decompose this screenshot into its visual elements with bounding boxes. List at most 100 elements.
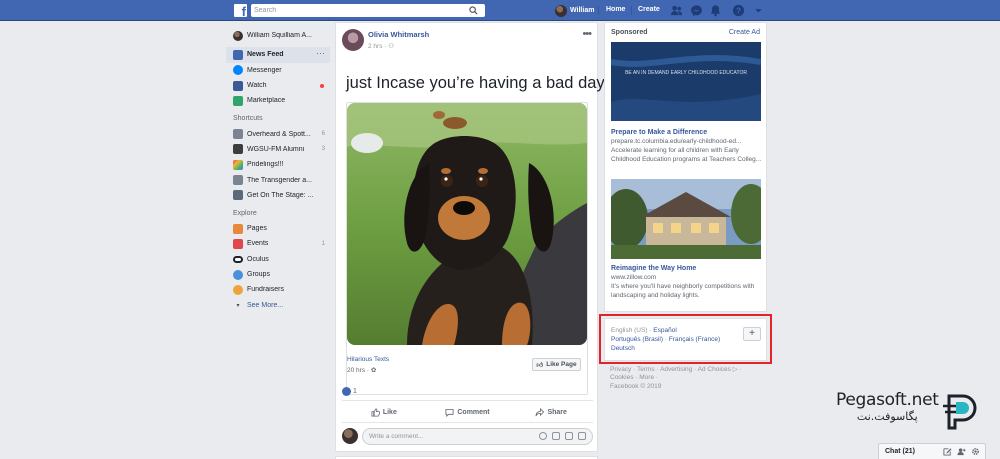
sidebar-item-label: Watch [247, 82, 267, 90]
oculus-icon [233, 255, 243, 263]
fundraisers-icon [233, 284, 243, 295]
megaphone-icon [233, 129, 243, 140]
source-name[interactable]: Hilarious Texts [347, 356, 389, 363]
like-page-label: Like Page [546, 361, 577, 368]
sidebar-item-groups[interactable]: Groups [226, 267, 330, 282]
post-actions: Like Comment Share [342, 403, 593, 421]
group-icon [233, 144, 243, 155]
add-friends-icon[interactable] [957, 447, 966, 456]
rainbow-icon [233, 159, 243, 170]
notification-dot [320, 83, 324, 88]
ad-image[interactable]: BE AN IN DEMAND EARLY CHILDHOOD EDUCATOR [611, 42, 761, 121]
friends-icon[interactable] [670, 4, 683, 17]
ad-url[interactable]: www.zillow.com [611, 274, 656, 281]
see-more-link[interactable]: ▾ See More... [226, 297, 330, 312]
like-page-button[interactable]: 👍︎ Like Page [532, 358, 581, 371]
group-icon [233, 190, 243, 201]
footer-links[interactable]: Privacy · Terms · Advertising · Ad Choic… [610, 365, 742, 373]
chevron-down-icon[interactable] [752, 4, 765, 17]
divider [342, 400, 593, 401]
ad-image[interactable] [611, 179, 761, 259]
sidebar-item-news-feed[interactable]: News Feed ··· [226, 47, 330, 63]
sidebar-item-profile[interactable]: William Squilliam A... [226, 28, 330, 43]
sidebar-item-shortcut[interactable]: The Transgender a... [226, 172, 330, 187]
comment-button[interactable]: Comment [426, 403, 510, 421]
footer-links[interactable]: Cookies · More · [610, 374, 658, 381]
notifications-icon[interactable] [709, 4, 722, 17]
post-time[interactable]: 2 hrs [368, 43, 382, 50]
avatar [555, 4, 567, 17]
count-badge: 3 [321, 146, 325, 153]
source-time-label[interactable]: 20 hrs [347, 367, 365, 374]
pages-icon [233, 223, 243, 234]
avatar [342, 428, 358, 444]
gear-icon[interactable] [971, 447, 980, 456]
divider [631, 6, 632, 15]
more-options-icon[interactable]: ••• [582, 28, 592, 40]
share-button[interactable]: Share [509, 403, 593, 421]
sidebar-item-shortcut[interactable]: Get On The Stage: ... [226, 188, 330, 203]
ad-title[interactable]: Reimagine the Way Home [611, 265, 696, 272]
comment-box[interactable] [362, 427, 593, 445]
news-feed-icon [233, 49, 243, 60]
sidebar-item-label: Oculus [247, 255, 269, 263]
home-link[interactable]: Home [606, 6, 625, 13]
ad-url[interactable]: prepare.tc.columbia.edu/early-childhood-… [611, 138, 741, 145]
gif-icon[interactable] [565, 431, 573, 440]
highlight-box [599, 314, 772, 364]
sticker-icon[interactable] [578, 431, 586, 440]
sidebar-item-marketplace[interactable]: Marketplace [226, 93, 330, 108]
events-icon [233, 238, 243, 249]
shared-post[interactable]: Hilarious Texts 20 hrs · ✿ 👍︎ Like Page [346, 102, 588, 395]
post-author[interactable]: Olivia Whitmarsh [368, 30, 429, 39]
sidebar-item-watch[interactable]: Watch [226, 78, 330, 93]
ad-banner-text: BE AN IN DEMAND EARLY CHILDHOOD EDUCATOR [625, 70, 747, 76]
chat-label: Chat (21) [885, 448, 915, 455]
camera-icon[interactable] [552, 431, 560, 440]
comment-input[interactable] [363, 428, 523, 444]
more-options-icon[interactable]: ··· [316, 48, 325, 58]
sponsored-heading: Sponsored [611, 29, 648, 36]
comment-composer [342, 427, 593, 445]
help-icon[interactable]: ? [732, 4, 745, 17]
thumbs-up-icon: 👍︎ [536, 361, 544, 369]
post-header-text: Olivia Whitmarsh 2 hrs · ⚇ [368, 30, 429, 50]
sidebar-item-label: Messenger [247, 66, 282, 74]
feed-post: Olivia Whitmarsh 2 hrs · ⚇ ••• just Inca… [335, 22, 605, 452]
compose-icon[interactable] [943, 447, 952, 456]
avatar [233, 30, 243, 41]
sidebar-item-oculus[interactable]: Oculus [226, 252, 330, 267]
post-photo[interactable] [347, 103, 587, 345]
sidebar-item-fundraisers[interactable]: Fundraisers [226, 282, 330, 297]
house-photo-illustration [611, 179, 761, 259]
footer-copyright: Facebook © 2019 [610, 383, 662, 390]
avatar[interactable] [342, 29, 364, 51]
sidebar-item-shortcut[interactable]: WGSU-FM Alumni 3 [226, 142, 330, 157]
sidebar-item-messenger[interactable]: Messenger [226, 63, 330, 78]
sidebar-item-label: Events [247, 240, 269, 248]
sidebar-item-label: Groups [247, 271, 270, 278]
search-input[interactable] [251, 4, 461, 17]
svg-text:?: ? [736, 5, 741, 15]
search-bar[interactable] [251, 4, 485, 17]
profile-name: William [570, 7, 595, 14]
facebook-logo-icon[interactable]: f [234, 4, 247, 17]
profile-link[interactable]: William [555, 3, 594, 18]
watermark-text: Pegasoft.net پگاسوفت.نت [836, 392, 939, 424]
emoji-icon[interactable] [539, 431, 547, 440]
pegasoft-logo-icon [942, 394, 977, 430]
like-button[interactable]: Like [342, 403, 426, 421]
create-link[interactable]: Create [638, 6, 660, 13]
create-ad-link[interactable]: Create Ad [729, 29, 760, 36]
search-icon[interactable] [469, 6, 478, 15]
chat-bar[interactable]: Chat (21) [878, 443, 986, 459]
reaction-summary[interactable]: 1 [342, 387, 357, 396]
friends-icon: · ⚇ [384, 43, 395, 50]
sidebar-item-shortcut[interactable]: Overheard & Spott... 6 [226, 126, 330, 141]
sidebar-item-pages[interactable]: Pages [226, 221, 330, 236]
sidebar-item-events[interactable]: Events 1 [226, 236, 330, 251]
ad-title[interactable]: Prepare to Make a Difference [611, 129, 707, 136]
sidebar-item-shortcut[interactable]: Pridelings!!! [226, 157, 330, 172]
messenger-icon[interactable] [690, 4, 703, 17]
sidebar-item-label: News Feed [247, 51, 284, 59]
